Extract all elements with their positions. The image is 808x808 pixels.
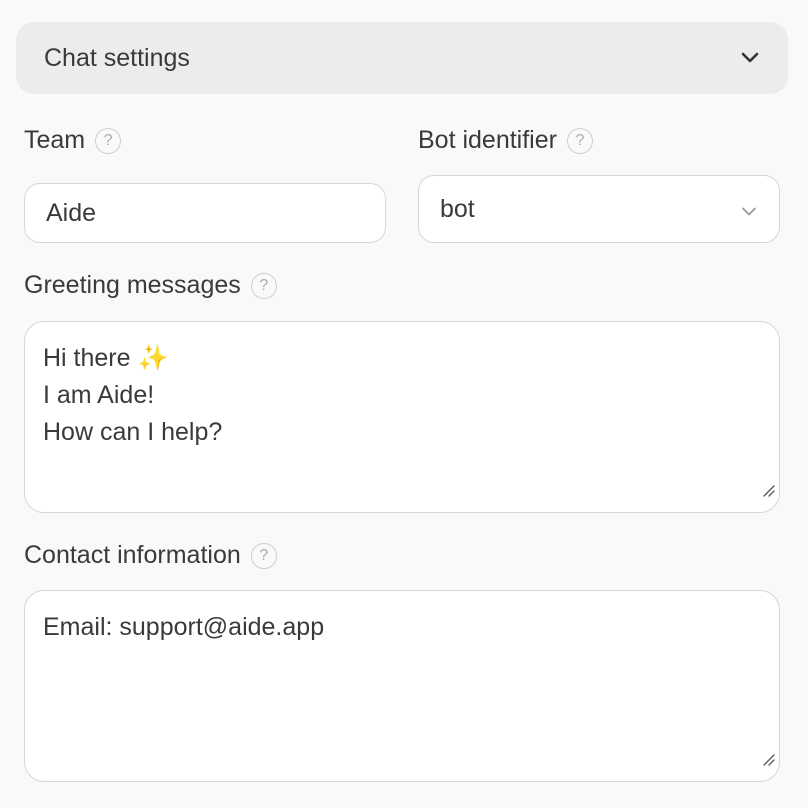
team-label: Team xyxy=(24,126,86,154)
team-help-icon[interactable]: ? xyxy=(95,127,122,154)
chevron-down-icon[interactable] xyxy=(740,48,760,68)
team-label-row: Team ? xyxy=(24,126,122,155)
contact-label-row: Contact information ? xyxy=(24,541,277,570)
greeting-help-icon[interactable]: ? xyxy=(250,272,277,299)
bot-label-row: Bot identifier ? xyxy=(418,126,593,155)
contact-information-textarea[interactable]: Email: support@aide.app xyxy=(24,590,780,782)
chat-settings-accordion[interactable]: Chat settings xyxy=(16,22,788,94)
bot-identifier-help-icon[interactable]: ? xyxy=(566,127,593,154)
bot-identifier-value: bot xyxy=(440,194,475,223)
greeting-line-2: I am Aide! xyxy=(43,381,155,409)
greeting-messages-label: Greeting messages xyxy=(24,271,241,299)
resize-handle-icon[interactable] xyxy=(761,471,775,508)
greeting-label-row: Greeting messages ? xyxy=(24,271,277,300)
team-input[interactable]: Aide xyxy=(24,183,386,243)
bot-identifier-label: Bot identifier xyxy=(418,126,557,154)
select-chevron-icon xyxy=(741,195,757,224)
contact-information-value: Email: support@aide.app xyxy=(43,613,325,641)
contact-help-icon[interactable]: ? xyxy=(250,542,277,569)
contact-information-label: Contact information xyxy=(24,541,241,569)
team-input-value: Aide xyxy=(46,198,97,227)
sparkles-icon: ✨ xyxy=(137,344,169,372)
resize-handle-icon[interactable] xyxy=(761,740,775,777)
bot-identifier-select[interactable]: bot xyxy=(418,175,780,243)
greeting-line-3: How can I help? xyxy=(43,418,223,446)
greeting-line-1: Hi there ✨ xyxy=(43,344,169,372)
accordion-title: Chat settings xyxy=(44,43,190,72)
greeting-messages-textarea[interactable]: Hi there ✨ I am Aide! How can I help? xyxy=(24,321,780,513)
